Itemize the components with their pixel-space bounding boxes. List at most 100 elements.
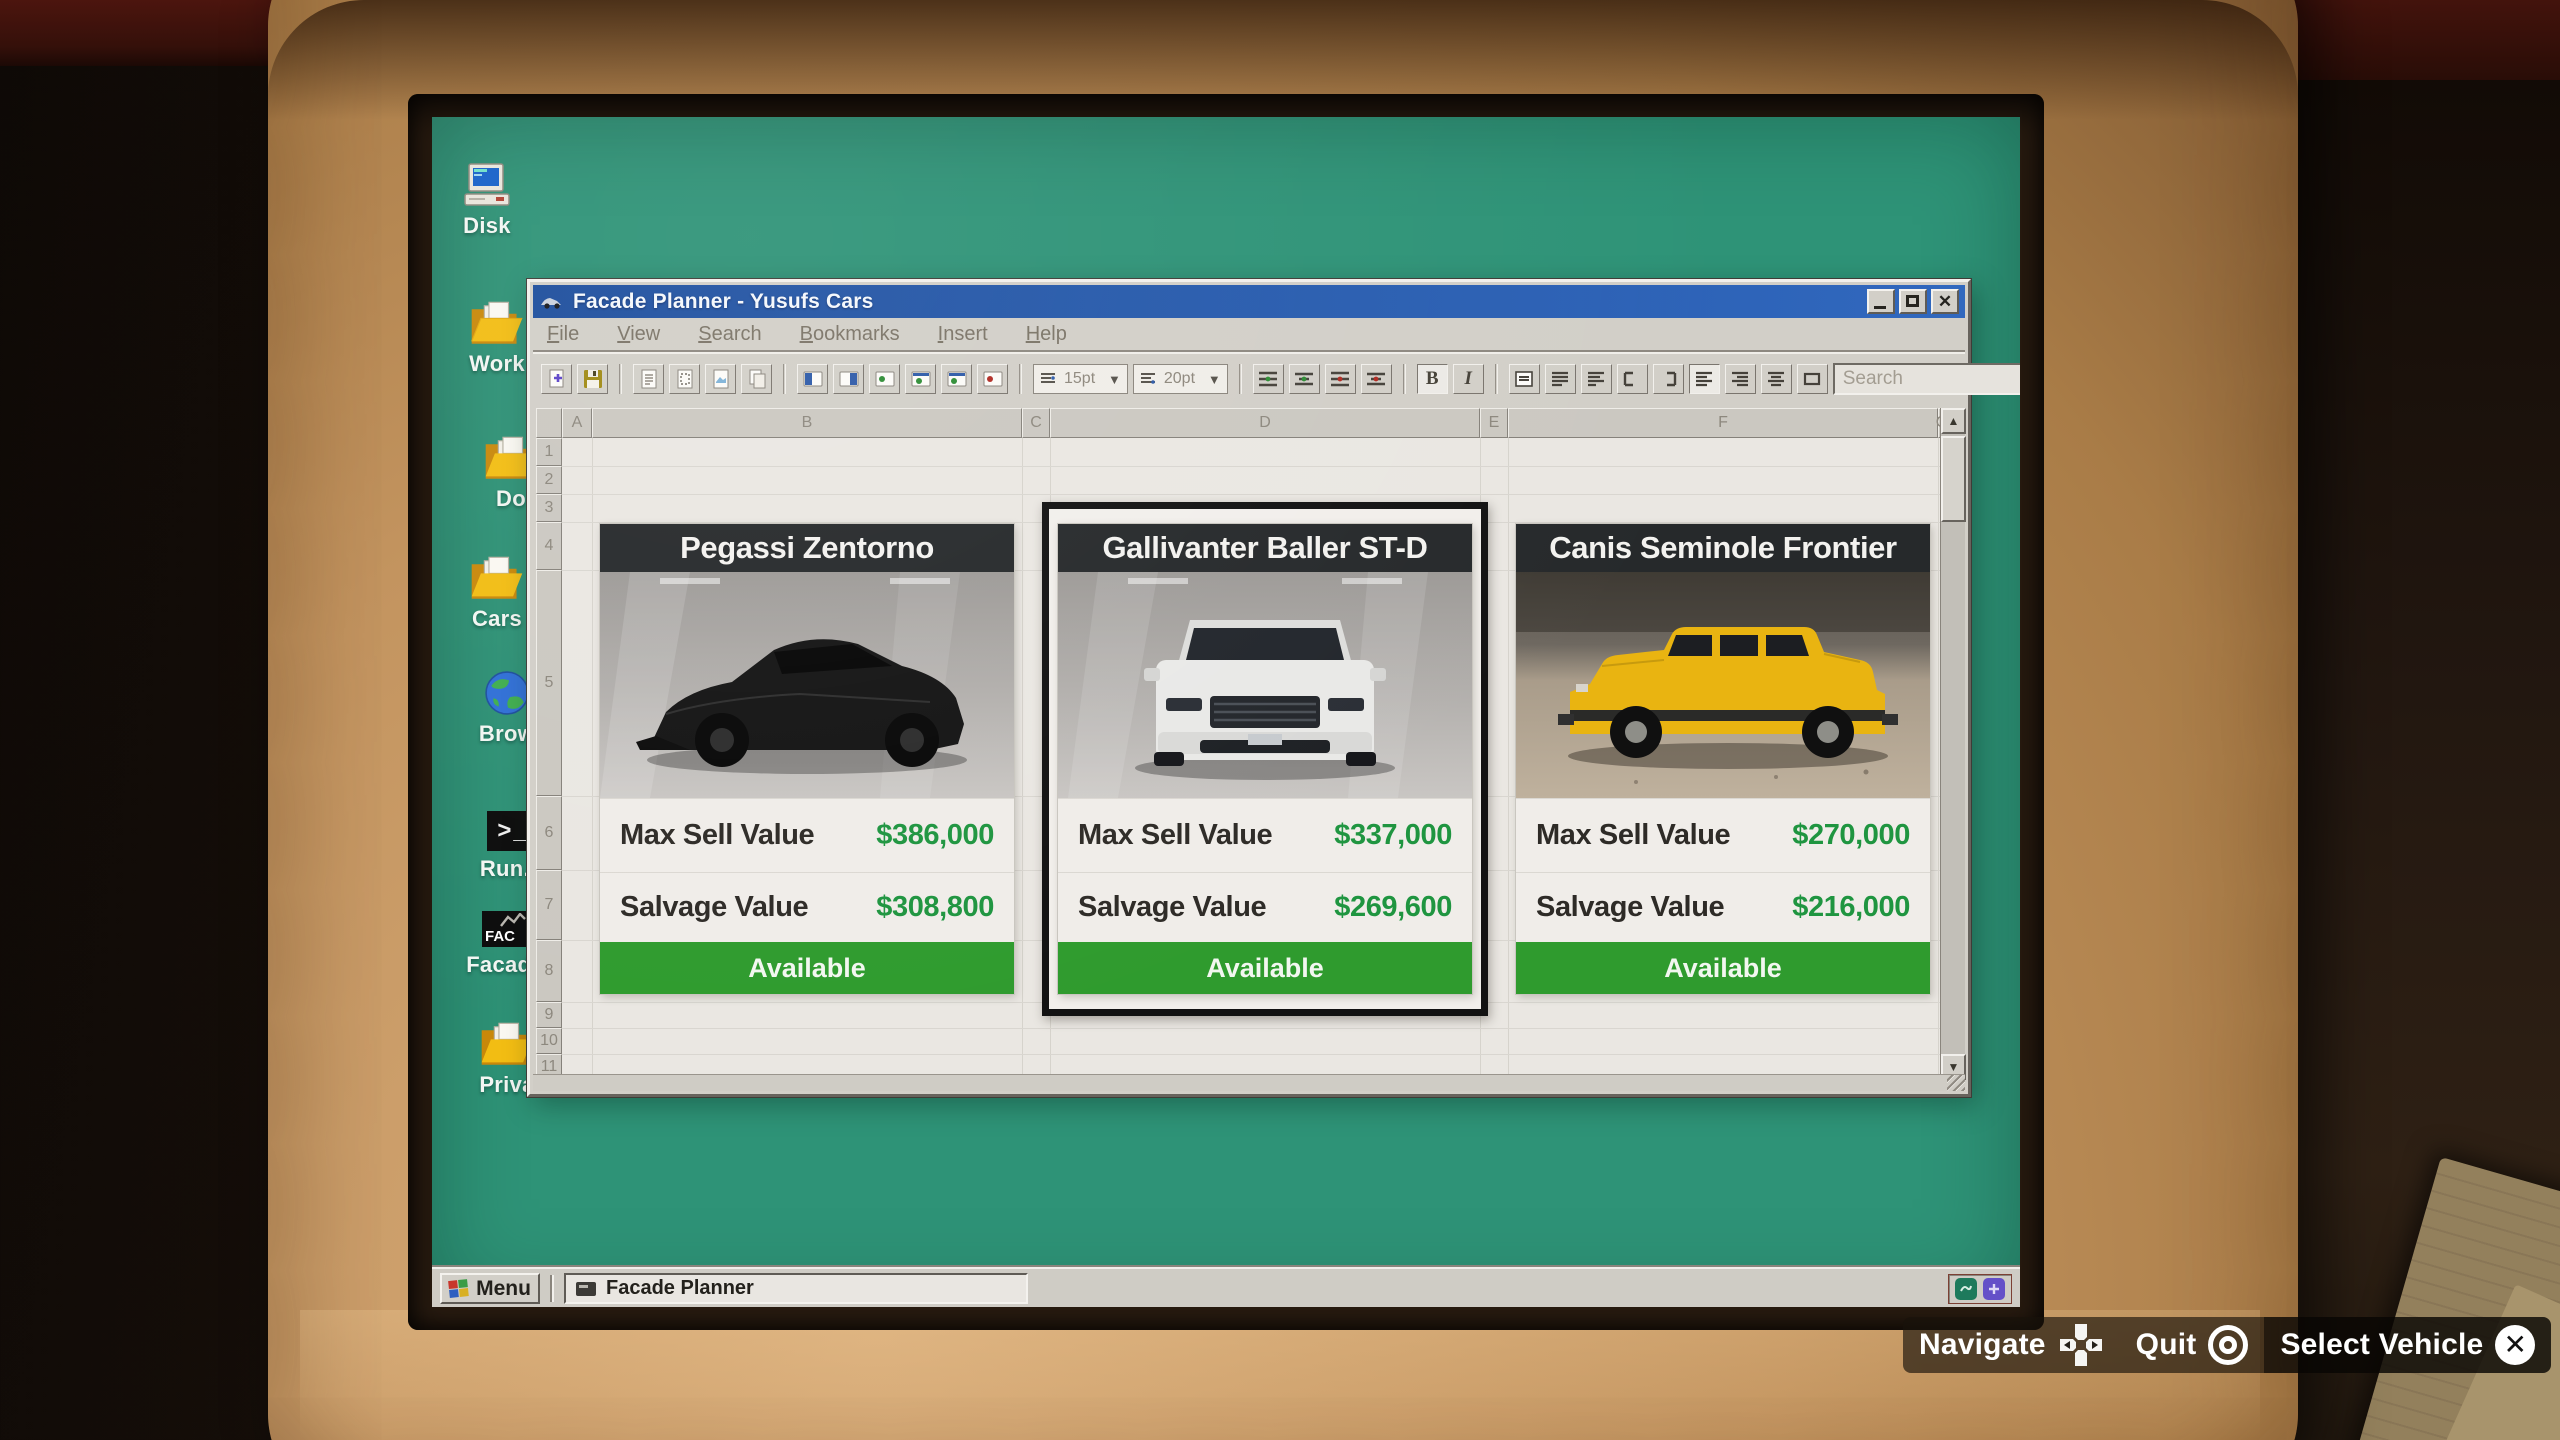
hud-select-vehicle[interactable]: Select Vehicle ✕	[2264, 1317, 2551, 1373]
panel-right-button[interactable]	[833, 364, 864, 394]
panel-topbar-green-button[interactable]	[905, 364, 936, 394]
panel-red-button[interactable]	[977, 364, 1008, 394]
row-header-7[interactable]: 7	[536, 870, 562, 940]
column-header-b[interactable]: B	[592, 408, 1022, 438]
maximize-icon	[1906, 295, 1919, 307]
row-header-8[interactable]: 8	[536, 940, 562, 1002]
column-header-a[interactable]: A	[562, 408, 592, 438]
max-sell-row: Max Sell Value $337,000	[1058, 798, 1472, 872]
font-size-combo-2[interactable]: 20pt ▼	[1133, 364, 1228, 394]
max-sell-row: Max Sell Value $386,000	[600, 798, 1014, 872]
close-icon: ✕	[1933, 291, 1957, 312]
hud-navigate[interactable]: Navigate	[1903, 1317, 2120, 1373]
row-header-9[interactable]: 9	[536, 1002, 562, 1028]
list-green2-button[interactable]	[1289, 364, 1320, 394]
align-center-icon	[1767, 371, 1785, 387]
corner-cell[interactable]	[536, 408, 562, 438]
page-lines-button[interactable]	[633, 364, 664, 394]
indent-button[interactable]	[1653, 364, 1684, 394]
purple-app-icon[interactable]	[1983, 1278, 2005, 1300]
salvage-value: $308,800	[876, 891, 994, 924]
salvage-row: Salvage Value $308,800	[600, 872, 1014, 942]
menu-search[interactable]: Search	[698, 323, 761, 346]
vehicle-image-zentorno	[600, 572, 1014, 798]
search-input[interactable]	[1843, 368, 2020, 390]
resize-grip[interactable]	[1947, 1075, 1965, 1091]
list-green2-icon	[1294, 371, 1314, 387]
available-button[interactable]: Available	[1516, 942, 1930, 994]
outdent-button[interactable]	[1617, 364, 1648, 394]
window-bottom-strip	[533, 1074, 1965, 1091]
page-image-button[interactable]	[705, 364, 736, 394]
column-header-c[interactable]: C	[1022, 408, 1050, 438]
row-header-6[interactable]: 6	[536, 796, 562, 870]
available-button[interactable]: Available	[1058, 942, 1472, 994]
toolbar-separator	[619, 364, 622, 394]
panel-green-button[interactable]	[869, 364, 900, 394]
search-box	[1833, 363, 2020, 395]
max-sell-label: Max Sell Value	[620, 819, 814, 852]
vehicle-card-seminole[interactable]: Canis Seminole Frontier	[1516, 524, 1930, 994]
taskbar-task-facade-planner[interactable]: Facade Planner	[564, 1273, 1028, 1304]
window-title: Facade Planner - Yusufs Cars	[573, 290, 1867, 314]
globe-icon	[484, 666, 530, 716]
green-app-icon[interactable]	[1955, 1278, 1977, 1300]
column-header-f[interactable]: F	[1508, 408, 1938, 438]
list-green-button[interactable]	[1253, 364, 1284, 394]
vehicle-card-baller[interactable]: Gallivanter Baller ST-D	[1058, 524, 1472, 994]
scrollbar-thumb[interactable]	[1941, 436, 1966, 522]
page-select-icon	[676, 369, 694, 389]
menu-view[interactable]: View	[617, 323, 660, 346]
menu-insert[interactable]: Insert	[938, 323, 988, 346]
row-header-2[interactable]: 2	[536, 466, 562, 494]
toolbar-separator	[1403, 364, 1406, 394]
minimize-button[interactable]	[1867, 289, 1895, 314]
align-left-short-button[interactable]	[1581, 364, 1612, 394]
available-button[interactable]: Available	[600, 942, 1014, 994]
align-left-button[interactable]	[1545, 364, 1576, 394]
menu-file[interactable]: File	[547, 323, 579, 346]
list-red2-button[interactable]	[1361, 364, 1392, 394]
hud-quit[interactable]: Quit	[2120, 1317, 2265, 1373]
row-header-4[interactable]: 4	[536, 522, 562, 570]
align-block-button[interactable]	[1797, 364, 1828, 394]
list-red2-icon	[1366, 371, 1386, 387]
menu-bookmarks[interactable]: Bookmarks	[800, 323, 900, 346]
row-header-3[interactable]: 3	[536, 494, 562, 522]
align-right-button[interactable]	[1725, 364, 1756, 394]
desktop-icon-disk[interactable]: Disk	[439, 158, 535, 239]
vehicle-card-zentorno[interactable]: Pegassi Zentorno	[600, 524, 1014, 994]
panel-topbar-green2-button[interactable]	[941, 364, 972, 394]
vehicle-name: Pegassi Zentorno	[600, 524, 1014, 572]
page-select-button[interactable]	[669, 364, 700, 394]
copy-pages-button[interactable]	[741, 364, 772, 394]
align-box-button[interactable]	[1509, 364, 1540, 394]
outdent-icon	[1623, 371, 1641, 387]
desktop-icon-label: Do	[496, 486, 526, 512]
vertical-scrollbar[interactable]: ▲ ▼	[1940, 408, 1965, 1080]
italic-button[interactable]: I	[1453, 364, 1484, 394]
font-size-combo-1[interactable]: 15pt ▼	[1033, 364, 1128, 394]
folder-icon	[469, 551, 525, 601]
salvage-value: $216,000	[1792, 891, 1910, 924]
row-header-5[interactable]: 5	[536, 570, 562, 796]
menu-logo-icon	[448, 1279, 470, 1299]
salvage-label: Salvage Value	[1078, 891, 1266, 924]
close-button[interactable]: ✕	[1931, 289, 1959, 314]
row-header-10[interactable]: 10	[536, 1028, 562, 1054]
menu-help[interactable]: Help	[1026, 323, 1067, 346]
window-titlebar[interactable]: Facade Planner - Yusufs Cars ✕	[533, 285, 1965, 318]
column-header-e[interactable]: E	[1480, 408, 1508, 438]
row-header-1[interactable]: 1	[536, 438, 562, 466]
save-button[interactable]	[577, 364, 608, 394]
column-header-d[interactable]: D	[1050, 408, 1480, 438]
list-red-button[interactable]	[1325, 364, 1356, 394]
start-menu-button[interactable]: Menu	[440, 1273, 540, 1304]
panel-left-button[interactable]	[797, 364, 828, 394]
scroll-up-icon[interactable]: ▲	[1941, 408, 1966, 434]
bold-button[interactable]: B	[1417, 364, 1448, 394]
align-center-button[interactable]	[1761, 364, 1792, 394]
new-document-button[interactable]	[541, 364, 572, 394]
maximize-button[interactable]	[1899, 289, 1927, 314]
align-left2-button[interactable]	[1689, 364, 1720, 394]
